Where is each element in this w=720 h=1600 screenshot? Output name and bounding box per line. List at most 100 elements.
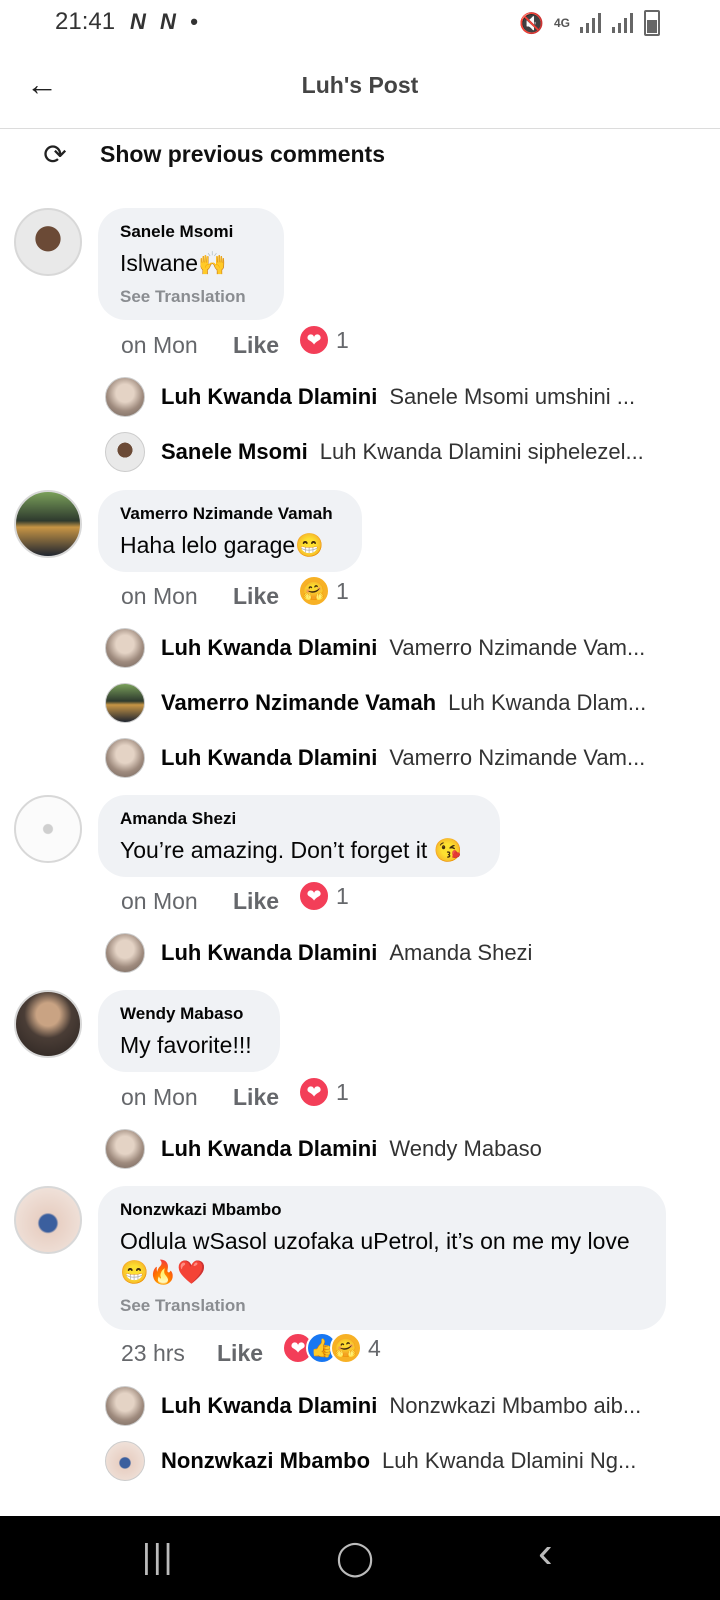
reply-author[interactable]: Vamerro Nzimande Vamah xyxy=(161,690,436,716)
avatar[interactable] xyxy=(105,1441,145,1481)
reply-row[interactable]: Luh Kwanda Dlamini Amanda Shezi xyxy=(105,931,670,975)
like-button[interactable]: Like xyxy=(233,888,279,915)
love-reaction-icon: ❤ xyxy=(298,880,330,912)
avatar[interactable] xyxy=(105,432,145,472)
reply-author[interactable]: Luh Kwanda Dlamini xyxy=(161,940,377,966)
avatar[interactable] xyxy=(105,1386,145,1426)
reply-text: Vamerro Nzimande Vam... xyxy=(389,635,646,660)
show-previous-comments-button[interactable]: ⟳ Show previous comments xyxy=(40,138,385,171)
comment-text: Islwane🙌 xyxy=(120,250,227,276)
comment-time: 23 hrs xyxy=(121,1340,185,1366)
see-translation-link[interactable]: See Translation xyxy=(120,1296,644,1316)
love-reaction-icon: ❤ xyxy=(298,1076,330,1108)
comment-meta: on Mon Like xyxy=(121,332,279,359)
show-previous-comments-label: Show previous comments xyxy=(100,141,386,167)
like-button[interactable]: Like xyxy=(233,1084,279,1111)
signal-icon-2 xyxy=(612,13,634,33)
reply-row[interactable]: Luh Kwanda Dlamini Vamerro Nzimande Vam.… xyxy=(105,626,670,670)
avatar[interactable] xyxy=(14,490,82,558)
reply-author[interactable]: Sanele Msomi xyxy=(161,439,308,465)
signal-icon xyxy=(580,13,602,33)
reply-text: Luh Kwanda Dlamini siphelezel... xyxy=(319,439,644,464)
reply-text: Wendy Mabaso xyxy=(389,1136,542,1161)
avatar[interactable] xyxy=(14,1186,82,1254)
reply-author[interactable]: Luh Kwanda Dlamini xyxy=(161,1136,377,1162)
network-label: 4G xyxy=(553,16,570,30)
comment-bubble[interactable]: Amanda Shezi You’re amazing. Don’t forge… xyxy=(98,795,500,877)
reply-author[interactable]: Luh Kwanda Dlamini xyxy=(161,635,377,661)
comment-bubble[interactable]: Wendy Mabaso My favorite!!! xyxy=(98,990,280,1072)
comment-meta: on Mon Like xyxy=(121,1084,279,1111)
avatar[interactable] xyxy=(105,628,145,668)
reply-text: Sanele Msomi umshini ... xyxy=(389,384,636,409)
reaction-summary[interactable]: ❤ 1 xyxy=(298,1076,349,1108)
reaction-summary[interactable]: ❤ 👍 🤗 4 xyxy=(282,1332,381,1364)
reaction-count: 1 xyxy=(336,326,349,353)
comment-bubble[interactable]: Sanele Msomi Islwane🙌 See Translation xyxy=(98,208,284,320)
comment-time: on Mon xyxy=(121,583,198,609)
reply-author[interactable]: Luh Kwanda Dlamini xyxy=(161,745,377,771)
comment-author[interactable]: Amanda Shezi xyxy=(120,809,478,829)
love-reaction-icon: ❤ xyxy=(298,324,330,356)
avatar[interactable] xyxy=(105,1129,145,1169)
reply-author[interactable]: Nonzwkazi Mbambo xyxy=(161,1448,370,1474)
avatar[interactable] xyxy=(105,738,145,778)
comment-bubble[interactable]: Nonzwkazi Mbambo Odlula wSasol uzofaka u… xyxy=(98,1186,666,1330)
comment-time: on Mon xyxy=(121,888,198,914)
comment-meta: 23 hrs Like xyxy=(121,1340,263,1367)
like-button[interactable]: Like xyxy=(233,583,279,610)
reply-row[interactable]: Luh Kwanda Dlamini Wendy Mabaso xyxy=(105,1127,670,1171)
notification-icons: N N • xyxy=(130,9,202,34)
like-button[interactable]: Like xyxy=(233,332,279,359)
see-translation-link[interactable]: See Translation xyxy=(120,287,262,307)
battery-icon xyxy=(644,10,660,36)
reply-row[interactable]: Luh Kwanda Dlamini Nonzwkazi Mbambo aib.… xyxy=(105,1384,670,1428)
comment-meta: on Mon Like xyxy=(121,888,279,915)
comment-text: My favorite!!! xyxy=(120,1032,252,1058)
reaction-count: 4 xyxy=(368,1334,381,1361)
comment-bubble[interactable]: Vamerro Nzimande Vamah Haha lelo garage😁 xyxy=(98,490,362,572)
reaction-count: 1 xyxy=(336,882,349,909)
care-reaction-icon: 🤗 xyxy=(330,1332,362,1364)
reaction-summary[interactable]: 🤗 1 xyxy=(298,575,349,607)
reaction-summary[interactable]: ❤ 1 xyxy=(298,880,349,912)
avatar[interactable] xyxy=(14,795,82,863)
page-title: Luh's Post xyxy=(301,72,419,98)
reply-row[interactable]: Vamerro Nzimande Vamah Luh Kwanda Dlam..… xyxy=(105,681,670,725)
comment-author[interactable]: Sanele Msomi xyxy=(120,222,262,242)
status-bar: 21:41 N N • 🔇 4G xyxy=(0,0,720,46)
reply-row[interactable]: Luh Kwanda Dlamini Sanele Msomi umshini … xyxy=(105,375,670,419)
reply-author[interactable]: Luh Kwanda Dlamini xyxy=(161,1393,377,1419)
nav-back-icon[interactable]: ‹ xyxy=(538,1528,553,1578)
reply-row[interactable]: Sanele Msomi Luh Kwanda Dlamini siphelez… xyxy=(105,430,670,474)
system-nav-bar: ||| ◯ ‹ xyxy=(0,1516,720,1600)
status-right-icons: 🔇 4G xyxy=(519,10,660,36)
comment-author[interactable]: Vamerro Nzimande Vamah xyxy=(120,504,340,524)
reply-text: Luh Kwanda Dlamini Ng... xyxy=(382,1448,637,1473)
comment-time: on Mon xyxy=(121,1084,198,1110)
reply-row[interactable]: Nonzwkazi Mbambo Luh Kwanda Dlamini Ng..… xyxy=(105,1439,670,1483)
reaction-count: 1 xyxy=(336,577,349,604)
comment-text: You’re amazing. Don’t forget it 😘 xyxy=(120,837,463,863)
avatar[interactable] xyxy=(105,683,145,723)
status-time: 21:41 xyxy=(55,8,116,35)
comment-time: on Mon xyxy=(121,332,198,358)
like-button[interactable]: Like xyxy=(217,1340,263,1367)
reply-text: Vamerro Nzimande Vam... xyxy=(389,745,646,770)
reply-author[interactable]: Luh Kwanda Dlamini xyxy=(161,384,377,410)
comment-text: Haha lelo garage😁 xyxy=(120,532,324,558)
reply-text: Nonzwkazi Mbambo aib... xyxy=(389,1393,642,1418)
reply-text: Amanda Shezi xyxy=(389,940,533,965)
comment-author[interactable]: Nonzwkazi Mbambo xyxy=(120,1200,644,1220)
refresh-icon: ⟳ xyxy=(43,139,67,170)
reply-text: Luh Kwanda Dlam... xyxy=(448,690,647,715)
avatar[interactable] xyxy=(14,208,82,276)
home-icon[interactable]: ◯ xyxy=(336,1538,374,1578)
comment-author[interactable]: Wendy Mabaso xyxy=(120,1004,258,1024)
reaction-summary[interactable]: ❤ 1 xyxy=(298,324,349,356)
avatar[interactable] xyxy=(14,990,82,1058)
reply-row[interactable]: Luh Kwanda Dlamini Vamerro Nzimande Vam.… xyxy=(105,736,670,780)
avatar[interactable] xyxy=(105,933,145,973)
avatar[interactable] xyxy=(105,377,145,417)
recent-apps-icon[interactable]: ||| xyxy=(142,1538,175,1577)
